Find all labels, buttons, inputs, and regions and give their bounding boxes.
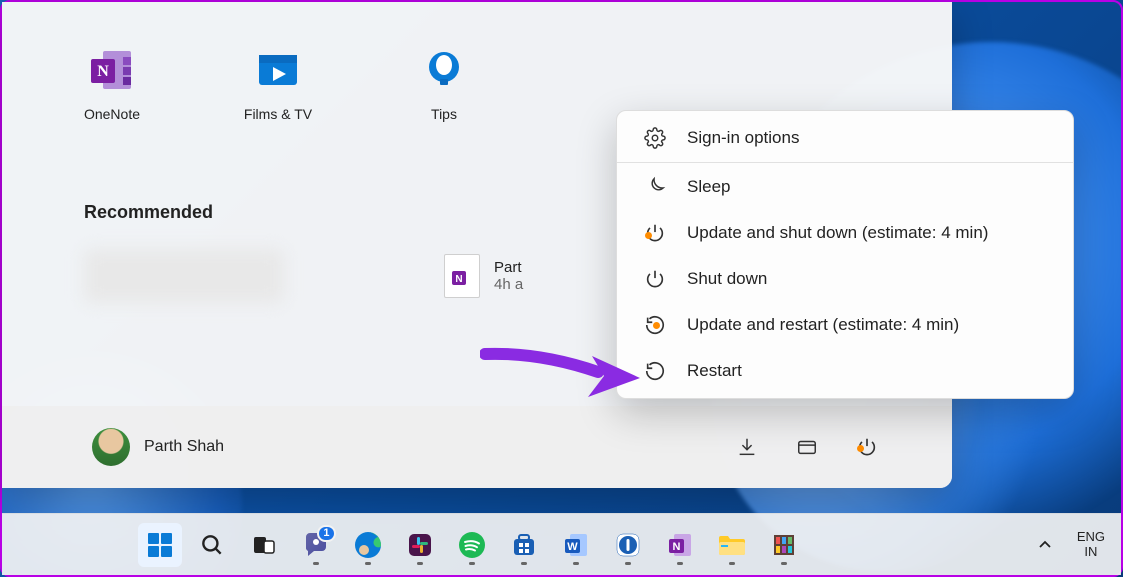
shutdown-item[interactable]: Shut down — [617, 256, 1073, 302]
taskbar-apps: 1 — [138, 523, 806, 567]
profile-name: Parth Shah — [144, 438, 224, 456]
power-update-icon — [643, 221, 667, 245]
app-label: Films & TV — [228, 106, 328, 122]
search-button[interactable] — [190, 523, 234, 567]
powertoys-button[interactable] — [762, 523, 806, 567]
word-button[interactable]: W — [554, 523, 598, 567]
downloads-button[interactable] — [734, 434, 760, 460]
svg-text:W: W — [567, 541, 578, 553]
svg-text:N: N — [672, 541, 680, 553]
taskbar-tray: ENG IN — [1029, 530, 1105, 560]
onenote-file-icon: N — [444, 254, 480, 298]
lang-top: ENG — [1077, 530, 1105, 545]
app-tile-onenote[interactable]: N OneNote — [62, 42, 162, 122]
task-view-button[interactable] — [242, 523, 286, 567]
menu-label: Update and restart (estimate: 4 min) — [687, 315, 959, 335]
pinned-apps-row: N OneNote Films & TV — [62, 42, 494, 122]
tips-icon — [416, 42, 472, 98]
app-label: OneNote — [62, 106, 162, 122]
folder-button[interactable] — [794, 434, 820, 460]
gear-icon — [643, 126, 667, 150]
recommended-section: Recommended N Part 4h a — [84, 202, 523, 303]
recommended-title: Part — [494, 259, 523, 276]
spotify-button[interactable] — [450, 523, 494, 567]
menu-label: Update and shut down (estimate: 4 min) — [687, 223, 988, 243]
lang-bottom: IN — [1077, 545, 1105, 560]
app-tile-films-tv[interactable]: Films & TV — [228, 42, 328, 122]
svg-text:N: N — [455, 274, 462, 285]
power-menu-popup: Sign-in options Sleep Update and shut do… — [616, 110, 1074, 399]
profile-button[interactable]: Parth Shah — [92, 428, 224, 466]
app-label: Tips — [394, 106, 494, 122]
update-shutdown-item[interactable]: Update and shut down (estimate: 4 min) — [617, 210, 1073, 256]
restart-update-icon — [643, 313, 667, 337]
onepassword-button[interactable] — [606, 523, 650, 567]
recommended-item-blurred[interactable] — [84, 249, 284, 303]
sleep-item[interactable]: Sleep — [617, 164, 1073, 210]
language-button[interactable]: ENG IN — [1077, 530, 1105, 560]
update-restart-item[interactable]: Update and restart (estimate: 4 min) — [617, 302, 1073, 348]
signin-options-item[interactable]: Sign-in options — [617, 115, 1073, 161]
edge-button[interactable] — [346, 523, 390, 567]
chat-badge: 1 — [317, 525, 335, 542]
taskbar: 1 — [2, 513, 1121, 575]
menu-label: Restart — [687, 361, 742, 381]
onenote-icon: N — [84, 42, 140, 98]
onenote-taskbar-button[interactable]: N — [658, 523, 702, 567]
start-menu-footer: Parth Shah — [2, 406, 952, 488]
moon-icon — [643, 175, 667, 199]
recommended-subtitle: 4h a — [494, 276, 523, 293]
restart-item[interactable]: Restart — [617, 348, 1073, 394]
app-tile-tips[interactable]: Tips — [394, 42, 494, 122]
power-icon — [643, 267, 667, 291]
menu-label: Shut down — [687, 269, 767, 289]
power-button[interactable] — [854, 434, 880, 460]
menu-label: Sleep — [687, 177, 730, 197]
store-button[interactable] — [502, 523, 546, 567]
recommended-heading: Recommended — [84, 202, 523, 223]
divider — [617, 162, 1073, 163]
recommended-text: Part 4h a — [494, 259, 523, 293]
footer-actions — [734, 434, 880, 460]
file-explorer-button[interactable] — [710, 523, 754, 567]
films-tv-icon — [250, 42, 306, 98]
svg-text:N: N — [97, 63, 109, 80]
recommended-items: N Part 4h a — [84, 249, 523, 303]
recommended-item-onenote[interactable]: N Part 4h a — [444, 249, 523, 303]
start-button[interactable] — [138, 523, 182, 567]
tray-overflow-button[interactable] — [1029, 531, 1061, 559]
avatar — [92, 428, 130, 466]
chat-button[interactable]: 1 — [294, 523, 338, 567]
annotation-arrow — [480, 342, 650, 412]
menu-label: Sign-in options — [687, 128, 799, 148]
slack-button[interactable] — [398, 523, 442, 567]
